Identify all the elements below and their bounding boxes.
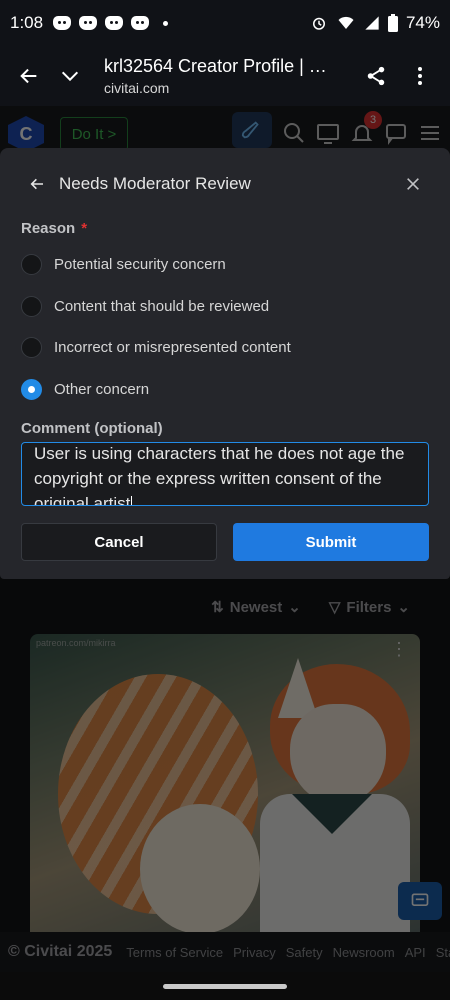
share-button[interactable] [356,56,396,96]
reason-label-text: Reason [21,220,76,237]
navigation-bar [0,972,450,1000]
sort-label: Newest [229,598,283,616]
footer-link-newsroom[interactable]: Newsroom [333,945,395,960]
footer-link-terms[interactable]: Terms of Service [126,945,223,960]
reason-option-security[interactable]: Potential security concern [21,244,429,286]
reason-option-label: Incorrect or misrepresented content [54,339,291,357]
radio-button-checked[interactable] [21,378,42,400]
search-icon[interactable] [282,121,306,145]
radio-button[interactable] [21,295,42,317]
discord-notification-icon [105,16,124,30]
browser-toolbar: krl32564 Creator Profile | C... civitai.… [0,46,450,106]
create-button[interactable] [232,112,272,148]
do-it-label: Do It [71,125,104,143]
page-title: krl32564 Creator Profile | C... [104,56,336,76]
image-card[interactable]: patreon.com/mikirra ⋮ [30,634,420,940]
footer-link-status[interactable]: Sta [436,945,450,960]
filter-icon: ▽ [328,599,341,616]
signal-icon [365,16,379,30]
footer-link-privacy[interactable]: Privacy [233,945,276,960]
more-notifications-icon [163,20,169,26]
filters-dropdown[interactable]: ▽ Filters ⌄ [328,598,410,617]
discord-notification-icon [131,16,150,30]
battery-icon [387,14,398,32]
reason-option-other[interactable]: Other concern [21,369,429,411]
chevron-right-icon: > [107,125,117,143]
chat-icon[interactable] [384,121,408,145]
required-asterisk: * [81,220,88,237]
page-domain: civitai.com [104,80,170,96]
header-icons: 3 [232,111,442,148]
share-icon [367,66,385,86]
site-footer: © Civitai 2025 Terms of Service Privacy … [0,932,450,972]
text-cursor [131,495,133,505]
logo-letter: C [19,123,33,144]
submit-button[interactable]: Submit [233,523,429,561]
sort-icon: ⇅ [211,599,224,616]
radio-button[interactable] [21,337,42,359]
reason-option-label: Potential security concern [54,256,226,274]
brush-icon [241,121,259,139]
reason-option-content-review[interactable]: Content that should be reviewed [21,286,429,328]
comment-label: Comment (optional) [21,420,163,437]
cancel-button[interactable]: Cancel [21,523,217,561]
more-vertical-icon [418,67,422,85]
collapse-button[interactable] [50,56,90,96]
chevron-down-icon: ⌄ [288,599,301,616]
filters-label: Filters [346,598,392,616]
discord-notification-icon [53,16,72,30]
upload-screen-icon[interactable] [316,121,340,145]
sort-dropdown[interactable]: ⇅ Newest ⌄ [211,598,301,617]
hamburger-menu-icon[interactable] [418,121,442,145]
do-it-button[interactable]: Do It > [60,117,128,151]
image-menu-icon[interactable]: ⋮ [390,640,408,658]
url-area[interactable]: krl32564 Creator Profile | C... civitai.… [104,56,356,96]
chevron-down-icon [61,71,79,82]
reason-label: Reason * [21,220,429,237]
home-gesture-handle[interactable] [163,984,287,989]
wifi-icon [338,16,354,29]
close-icon [407,178,419,190]
alarm-icon [312,17,325,30]
artwork-shape [290,704,386,804]
chevron-down-icon: ⌄ [397,599,410,616]
footer-link-safety[interactable]: Safety [286,945,323,960]
browser-menu-button[interactable] [400,56,440,96]
comment-textarea[interactable]: User is using characters that he does no… [21,442,429,506]
system-status-icons: 74% [310,13,440,33]
notifications-button[interactable]: 3 [350,111,382,145]
image-watermark: patreon.com/mikirra [36,638,116,648]
civitai-logo[interactable]: C [8,116,44,152]
chat-fab-button[interactable] [398,882,442,920]
reason-option-incorrect[interactable]: Incorrect or misrepresented content [21,327,429,369]
reason-radio-group: Potential security concern Content that … [21,244,429,410]
status-time: 1:08 [10,13,44,32]
modal-close-button[interactable] [399,170,427,198]
notification-badge: 3 [364,111,382,129]
footer-copyright: © Civitai 2025 [8,943,113,960]
modal-back-button[interactable] [25,172,49,196]
arrow-left-icon [20,68,37,84]
arrow-left-icon [30,178,43,190]
battery-level: 74% [405,13,440,32]
moderator-review-modal: Needs Moderator Review Reason * Potential… [0,148,450,579]
radio-button[interactable] [21,254,42,276]
chat-icon [411,893,429,906]
modal-title: Needs Moderator Review [59,174,251,193]
status-bar: 1:08 74% [0,0,450,46]
modal-header: Needs Moderator Review [21,148,429,220]
reason-option-label: Content that should be reviewed [54,297,270,315]
back-button[interactable] [9,56,49,96]
reason-option-label: Other concern [54,380,150,398]
feed-controls: ⇅ Newest ⌄ ▽ Filters ⌄ [0,590,450,624]
modal-actions: Cancel Submit [21,523,429,561]
artwork-shape [140,804,260,934]
footer-link-api[interactable]: API [405,945,426,960]
discord-notification-icon [79,16,98,30]
comment-text: User is using characters that he does no… [34,444,405,506]
notification-icons [53,16,169,30]
